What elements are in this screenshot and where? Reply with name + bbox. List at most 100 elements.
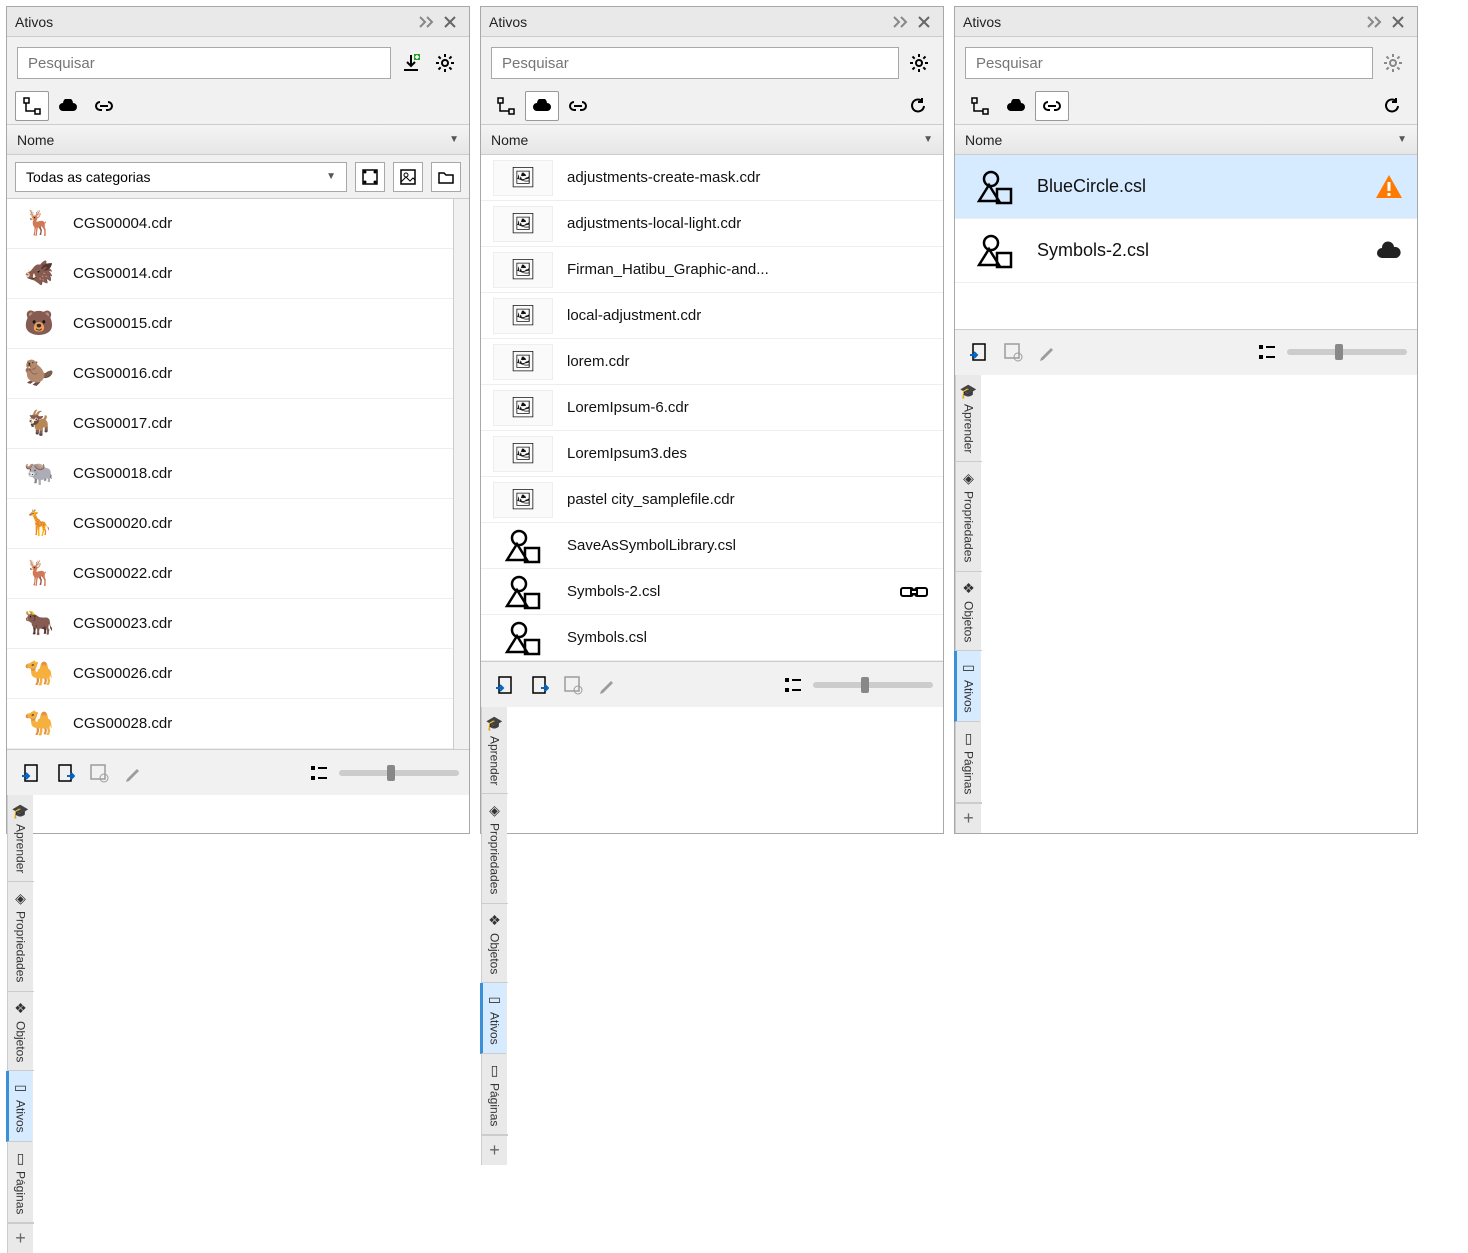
list-item[interactable]: 🖼lorem.cdr bbox=[481, 339, 943, 385]
graduation-icon: 🎓 bbox=[960, 383, 977, 400]
search-input[interactable] bbox=[965, 47, 1373, 79]
gear-icon[interactable] bbox=[905, 49, 933, 77]
download-icon[interactable] bbox=[397, 49, 425, 77]
refresh-button[interactable] bbox=[1375, 91, 1409, 121]
list-item[interactable]: 🐗CGS00014.cdr bbox=[7, 249, 453, 299]
tree-view-button[interactable] bbox=[15, 91, 49, 121]
sort-header[interactable]: Nome ▼ bbox=[7, 125, 469, 155]
thumbnail-size-slider[interactable] bbox=[339, 770, 459, 776]
link-source-button[interactable] bbox=[561, 91, 595, 121]
asset-thumb: 🖼 bbox=[493, 252, 553, 288]
list-item[interactable]: 🖼adjustments-local-light.cdr bbox=[481, 201, 943, 247]
tab-aprender[interactable]: 🎓Aprender bbox=[956, 375, 982, 462]
import-button[interactable] bbox=[491, 671, 519, 699]
object-type-button[interactable] bbox=[355, 162, 385, 192]
search-input[interactable] bbox=[491, 47, 899, 79]
category-select[interactable]: Todas as categorias ▼ bbox=[15, 162, 347, 192]
asset-list[interactable]: 🖼adjustments-create-mask.cdr🖼adjustments… bbox=[481, 155, 943, 661]
add-tab-button[interactable]: + bbox=[956, 803, 982, 833]
cloud-source-button[interactable] bbox=[999, 91, 1033, 121]
panel-footer bbox=[955, 329, 1417, 375]
chevron-down-icon: ▼ bbox=[923, 134, 933, 145]
sort-header[interactable]: Nome ▼ bbox=[955, 125, 1417, 155]
tab-ativos[interactable]: ▭Ativos bbox=[6, 1071, 32, 1142]
export-button[interactable] bbox=[525, 671, 553, 699]
search-input[interactable] bbox=[17, 47, 391, 79]
import-button[interactable] bbox=[17, 759, 45, 787]
tab-ativos[interactable]: ▭Ativos bbox=[480, 983, 506, 1054]
tab-aprender[interactable]: 🎓Aprender bbox=[8, 795, 34, 882]
tab-paginas[interactable]: ▯Páginas bbox=[482, 1054, 508, 1135]
sort-header-label: Nome bbox=[491, 132, 528, 148]
view-mode-button[interactable] bbox=[779, 671, 807, 699]
tab-paginas[interactable]: ▯Páginas bbox=[8, 1142, 34, 1223]
tab-objetos[interactable]: ❖Objetos bbox=[482, 904, 508, 983]
assets-panel-2: Ativos Nome ▼ 🖼adjustments-create-mask.c… bbox=[480, 6, 944, 834]
list-item[interactable]: 🦌CGS00022.cdr bbox=[7, 549, 453, 599]
thumbnail-size-slider[interactable] bbox=[1287, 349, 1407, 355]
add-tab-button[interactable]: + bbox=[482, 1135, 508, 1165]
tab-aprender[interactable]: 🎓Aprender bbox=[482, 707, 508, 794]
close-icon[interactable] bbox=[913, 11, 935, 33]
tab-objetos[interactable]: ❖Objetos bbox=[8, 992, 34, 1071]
list-item[interactable]: 🖼pastel city_samplefile.cdr bbox=[481, 477, 943, 523]
thumbnail-size-slider[interactable] bbox=[813, 682, 933, 688]
list-item[interactable]: 🦌CGS00004.cdr bbox=[7, 199, 453, 249]
cloud-source-button[interactable] bbox=[525, 91, 559, 121]
list-item[interactable]: Symbols-2.csl bbox=[481, 569, 943, 615]
add-tab-button[interactable]: + bbox=[8, 1223, 34, 1253]
collapse-icon[interactable] bbox=[891, 11, 913, 33]
link-source-button[interactable] bbox=[87, 91, 121, 121]
close-icon[interactable] bbox=[439, 11, 461, 33]
asset-name: local-adjustment.cdr bbox=[567, 307, 701, 324]
list-item[interactable]: 🐪CGS00028.cdr bbox=[7, 699, 453, 749]
asset-thumb: 🐃 bbox=[19, 454, 59, 494]
import-button[interactable] bbox=[965, 338, 993, 366]
collapse-icon[interactable] bbox=[1365, 11, 1387, 33]
list-item[interactable]: 🐻CGS00015.cdr bbox=[7, 299, 453, 349]
list-item[interactable]: 🖼adjustments-create-mask.cdr bbox=[481, 155, 943, 201]
asset-list[interactable]: BlueCircle.cslSymbols-2.csl bbox=[955, 155, 1417, 329]
asset-thumb: 🐪 bbox=[19, 704, 59, 744]
source-toolbar bbox=[481, 87, 943, 125]
list-item[interactable]: BlueCircle.csl bbox=[955, 155, 1417, 219]
tree-view-button[interactable] bbox=[963, 91, 997, 121]
panel-title: Ativos bbox=[489, 14, 891, 30]
list-item[interactable]: 🦫CGS00016.cdr bbox=[7, 349, 453, 399]
asset-list[interactable]: 🦌CGS00004.cdr🐗CGS00014.cdr🐻CGS00015.cdr🦫… bbox=[7, 199, 453, 749]
view-mode-button[interactable] bbox=[305, 759, 333, 787]
list-item[interactable]: SaveAsSymbolLibrary.csl bbox=[481, 523, 943, 569]
folder-button[interactable] bbox=[431, 162, 461, 192]
close-icon[interactable] bbox=[1387, 11, 1409, 33]
tree-view-button[interactable] bbox=[489, 91, 523, 121]
tab-propriedades[interactable]: ◈Propriedades bbox=[8, 882, 34, 991]
tab-propriedades[interactable]: ◈Propriedades bbox=[956, 462, 982, 571]
collapse-icon[interactable] bbox=[417, 11, 439, 33]
list-item[interactable]: 🐂CGS00023.cdr bbox=[7, 599, 453, 649]
cloud-source-button[interactable] bbox=[51, 91, 85, 121]
refresh-button[interactable] bbox=[901, 91, 935, 121]
sort-header[interactable]: Nome ▼ bbox=[481, 125, 943, 155]
list-item[interactable]: Symbols-2.csl bbox=[955, 219, 1417, 283]
list-item[interactable]: 🐪CGS00026.cdr bbox=[7, 649, 453, 699]
list-item[interactable]: Symbols.csl bbox=[481, 615, 943, 661]
list-item[interactable]: 🐐CGS00017.cdr bbox=[7, 399, 453, 449]
list-item[interactable]: 🖼Firman_Hatibu_Graphic-and... bbox=[481, 247, 943, 293]
tab-propriedades[interactable]: ◈Propriedades bbox=[482, 794, 508, 903]
tab-paginas[interactable]: ▯Páginas bbox=[956, 722, 982, 803]
view-mode-button[interactable] bbox=[1253, 338, 1281, 366]
scrollbar[interactable] bbox=[453, 199, 469, 749]
gear-icon[interactable] bbox=[431, 49, 459, 77]
image-type-button[interactable] bbox=[393, 162, 423, 192]
link-source-button[interactable] bbox=[1035, 91, 1069, 121]
list-item[interactable]: 🖼LoremIpsum3.des bbox=[481, 431, 943, 477]
list-item[interactable]: 🐃CGS00018.cdr bbox=[7, 449, 453, 499]
tab-ativos[interactable]: ▭Ativos bbox=[954, 651, 980, 722]
tab-objetos[interactable]: ❖Objetos bbox=[956, 572, 982, 651]
list-item[interactable]: 🖼LoremIpsum-6.cdr bbox=[481, 385, 943, 431]
list-item[interactable]: 🖼local-adjustment.cdr bbox=[481, 293, 943, 339]
asset-thumb: 🐂 bbox=[19, 604, 59, 644]
asset-name: CGS00015.cdr bbox=[73, 315, 172, 332]
export-button[interactable] bbox=[51, 759, 79, 787]
list-item[interactable]: 🦒CGS00020.cdr bbox=[7, 499, 453, 549]
